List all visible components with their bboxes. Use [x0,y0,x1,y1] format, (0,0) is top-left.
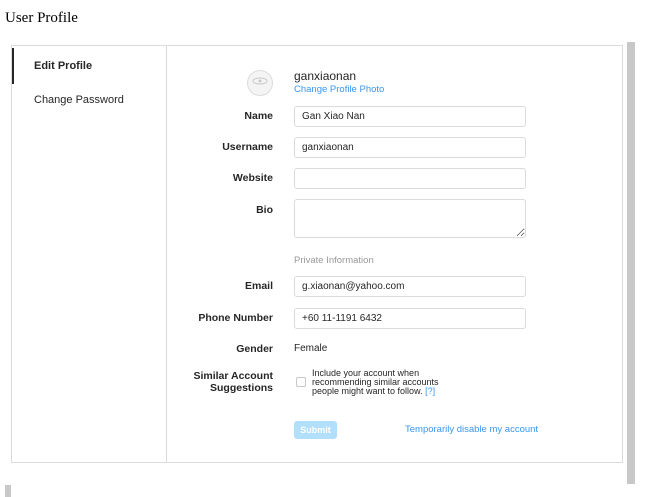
avatar[interactable] [247,70,273,96]
name-field[interactable] [294,106,526,127]
gender-label: Gender [236,343,273,355]
submit-button[interactable]: Submit [294,421,337,439]
horizontal-scrollbar[interactable] [5,485,11,497]
name-label: Name [244,110,273,122]
bio-label: Bio [256,204,273,216]
disable-account-link[interactable]: Temporarily disable my account [405,424,538,435]
sidebar-item-edit-profile[interactable]: Edit Profile [12,48,166,84]
similar-suggestions-description: Include your account when recommending s… [312,369,462,396]
username-label: Username [222,141,273,153]
username-field[interactable] [294,137,526,158]
change-profile-photo-link[interactable]: Change Profile Photo [294,84,384,95]
private-information-heading: Private Information [294,255,374,266]
phone-label: Phone Number [198,312,273,324]
similar-suggestions-label-line1: Similar Account [193,370,273,382]
edit-profile-form: ganxiaonan Change Profile Photo Name Use… [167,46,622,462]
email-label: Email [244,280,273,292]
phone-field[interactable] [294,308,526,329]
settings-card: Edit Profile Change Password ganxiaonan … [11,45,623,463]
similar-suggestions-label-line2: Suggestions [209,382,273,394]
sidebar-item-change-password[interactable]: Change Password [12,82,166,118]
help-link[interactable]: [?] [425,386,435,396]
gender-value[interactable]: Female [294,343,327,354]
similar-suggestions-checkbox[interactable] [296,377,306,387]
website-field[interactable] [294,168,526,189]
profile-username: ganxiaonan [294,69,357,83]
website-label: Website [232,172,273,184]
page-title: User Profile [5,10,78,26]
user-avatar-icon [251,74,269,92]
similar-suggestions-text: Include your account when recommending s… [312,368,439,396]
scrollbar[interactable] [627,42,635,484]
email-field[interactable] [294,276,526,297]
settings-sidebar: Edit Profile Change Password [12,46,167,462]
bio-field[interactable] [294,199,526,238]
